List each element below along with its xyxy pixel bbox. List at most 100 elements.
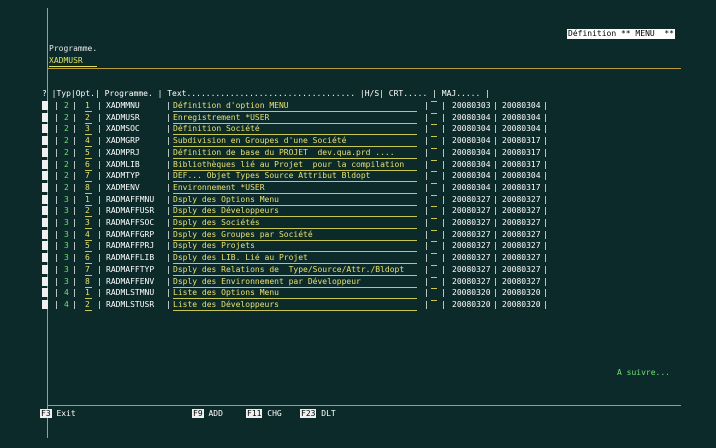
row-text[interactable]: Dsply des LIB. Lié au Projet [173, 253, 417, 265]
row-option[interactable]: 5 [85, 241, 92, 253]
row-text[interactable]: Subdivision en Groupes d'une Société [173, 136, 417, 148]
row-text[interactable]: Enregistrement *USER [173, 113, 417, 124]
row-hs-field[interactable] [431, 159, 437, 161]
separator: | [543, 194, 548, 204]
row-selector[interactable] [42, 264, 48, 274]
separator: | [441, 147, 446, 157]
separator: | [493, 124, 498, 134]
row-text[interactable]: Dsply des Projets [173, 241, 417, 253]
row-selector[interactable] [42, 147, 48, 157]
row-text[interactable]: Dsply des Environnement par Développeur [173, 277, 417, 288]
separator: | [166, 182, 171, 192]
separator: | [424, 194, 429, 204]
row-selector[interactable] [42, 206, 48, 216]
row-text[interactable]: Liste des Développeurs [173, 300, 417, 311]
separator: | [97, 206, 102, 216]
row-hs-field[interactable] [431, 136, 437, 138]
row-text[interactable]: Liste des Options Menu [173, 288, 417, 300]
row-type: 4 [64, 288, 69, 298]
row-text[interactable]: DEF... Objet Types Source Attribut Bldop… [173, 171, 417, 183]
row-hs-field[interactable] [431, 112, 437, 114]
row-option[interactable]: 2 [85, 206, 92, 218]
row-selector[interactable] [42, 112, 48, 122]
row-hs-field[interactable] [431, 218, 437, 219]
row-hs-field[interactable] [431, 264, 437, 266]
row-text[interactable]: Dsply des Sociétés [173, 218, 417, 229]
table-row: | 3 | 8 | RADMAFFENV | Dsply des Environnement … [42, 276, 562, 288]
row-option[interactable]: 2 [85, 300, 92, 311]
row-option[interactable]: 1 [85, 195, 92, 206]
row-maj: 20080320 [502, 288, 541, 298]
separator: | [543, 159, 548, 169]
row-selector[interactable] [42, 136, 48, 146]
row-option[interactable]: 3 [85, 218, 92, 229]
row-hs-field[interactable] [431, 171, 437, 173]
row-selector[interactable] [42, 299, 48, 309]
f3-exit-key[interactable]: F3 Exit [40, 409, 76, 419]
separator: | [493, 147, 498, 157]
row-type: 3 [64, 264, 69, 274]
row-option[interactable]: 6 [85, 160, 92, 171]
row-hs-field[interactable] [431, 241, 437, 243]
separator: | [54, 206, 59, 216]
row-program: RADMLSTMNU [106, 288, 155, 298]
f23-dlt-key[interactable]: F23 DLT [300, 409, 336, 419]
row-option[interactable]: 8 [85, 277, 92, 288]
row-hs-field[interactable] [431, 299, 437, 301]
row-text[interactable]: Dsply des Groupes par Société [173, 230, 417, 241]
row-text[interactable]: Dsply des Options Menu [173, 195, 417, 206]
f11-chg-key[interactable]: F11 CHG [246, 409, 282, 419]
row-crt: 20080327 [452, 206, 491, 216]
separator: | [54, 299, 59, 309]
row-text[interactable]: Dsply des Relations de Type/Source/Attr.… [173, 265, 417, 276]
row-selector[interactable] [42, 194, 48, 204]
row-text[interactable]: Environnement *USER [173, 183, 417, 194]
row-option[interactable]: 4 [85, 230, 92, 241]
row-option[interactable]: 7 [85, 265, 92, 276]
separator: | [97, 194, 102, 204]
row-selector[interactable] [42, 253, 48, 263]
row-hs-field[interactable] [431, 206, 437, 208]
row-maj: 20080327 [502, 194, 541, 204]
separator: | [543, 182, 548, 192]
row-hs-field[interactable] [431, 124, 437, 126]
row-selector[interactable] [42, 276, 48, 286]
row-selector[interactable] [42, 182, 48, 192]
row-selector[interactable] [42, 101, 48, 110]
row-text[interactable]: Dsply des Développeurs [173, 206, 417, 218]
row-text[interactable]: Bibliothèques lié au Projet pour la comp… [173, 160, 417, 171]
row-option[interactable]: 5 [85, 148, 92, 159]
row-hs-field[interactable] [431, 194, 437, 196]
row-hs-field[interactable] [431, 182, 437, 184]
row-option[interactable]: 4 [85, 136, 92, 148]
row-hs-field[interactable] [431, 253, 437, 255]
row-hs-field[interactable] [431, 101, 437, 102]
row-selector[interactable] [42, 241, 48, 251]
program-input[interactable]: XADMUSR [49, 56, 97, 67]
row-text[interactable]: Définition de base du PROJET dev.qua.prd… [173, 148, 417, 159]
row-selector[interactable] [42, 124, 48, 134]
row-hs-field[interactable] [431, 276, 437, 278]
row-program: RADMAFFENV [106, 276, 155, 286]
row-option[interactable]: 3 [85, 124, 92, 136]
row-selector[interactable] [42, 229, 48, 239]
table-row: | 2 | 2 | XADMUSR | Enregistrement *USER | | 20080… [42, 112, 562, 124]
table-row: | 3 | 7 | RADMAFFTYP | Dsply des Relations de T… [42, 264, 562, 276]
f9-add-key[interactable]: F9 ADD [192, 409, 223, 419]
row-selector[interactable] [42, 218, 48, 227]
separator: | [424, 229, 429, 239]
row-hs-field[interactable] [431, 147, 437, 149]
row-option[interactable]: 6 [85, 253, 92, 265]
row-text[interactable]: Définition Société [173, 124, 417, 136]
row-option[interactable]: 1 [85, 288, 92, 300]
row-text[interactable]: Définition d'option MENU [173, 101, 417, 112]
row-selector[interactable] [42, 288, 48, 298]
row-option[interactable]: 1 [85, 101, 92, 112]
row-selector[interactable] [42, 171, 48, 181]
row-option[interactable]: 2 [85, 113, 92, 124]
row-hs-field[interactable] [431, 229, 437, 231]
row-hs-field[interactable] [431, 288, 437, 290]
row-option[interactable]: 8 [85, 183, 92, 194]
row-option[interactable]: 7 [85, 171, 92, 183]
row-selector[interactable] [42, 159, 48, 169]
